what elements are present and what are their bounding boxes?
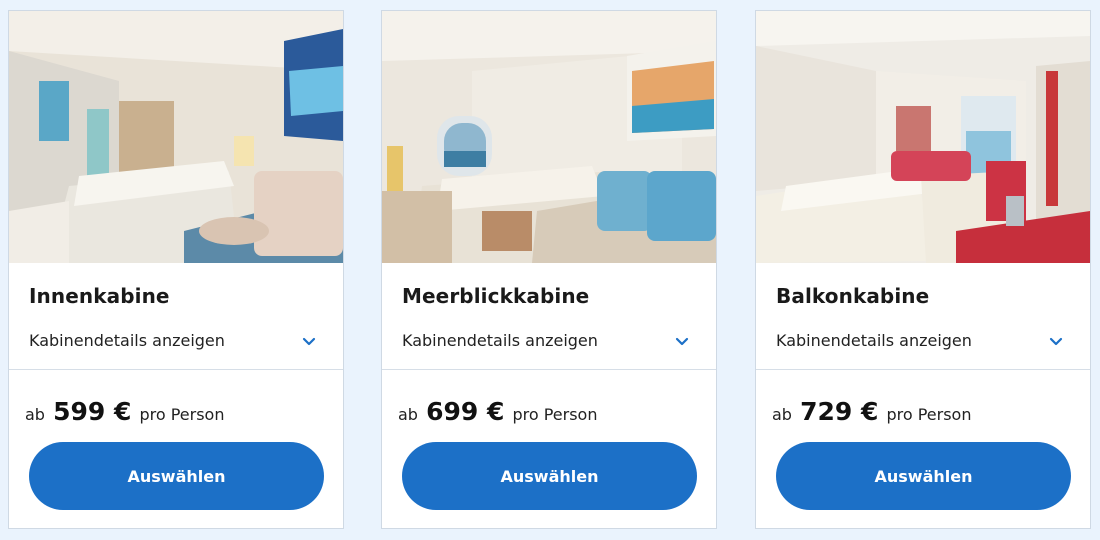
cabin-photo-meerblickkabine: [382, 11, 716, 263]
price-amount: 699 €: [426, 397, 505, 426]
cabin-details-label: Kabinendetails anzeigen: [776, 331, 972, 350]
cabin-price: ab 699 € pro Person: [398, 397, 597, 426]
price-prefix: ab: [398, 405, 418, 424]
cabin-title: Innenkabine: [29, 284, 170, 308]
cabin-details-toggle[interactable]: Kabinendetails anzeigen: [756, 323, 1090, 369]
card-divider: [382, 369, 716, 370]
cabin-details-label: Kabinendetails anzeigen: [29, 331, 225, 350]
cabin-price: ab 729 € pro Person: [772, 397, 971, 426]
price-suffix: pro Person: [512, 405, 598, 424]
select-cabin-button[interactable]: Auswählen: [29, 442, 324, 510]
select-cabin-button[interactable]: Auswählen: [776, 442, 1071, 510]
cabin-card-meerblickkabine: Meerblickkabine Kabinendetails anzeigen …: [381, 10, 717, 529]
cabin-title: Balkonkabine: [776, 284, 930, 308]
cabin-details-label: Kabinendetails anzeigen: [402, 331, 598, 350]
cabin-details-toggle[interactable]: Kabinendetails anzeigen: [382, 323, 716, 369]
cabin-card-balkonkabine: Balkonkabine Kabinendetails anzeigen ab …: [755, 10, 1091, 529]
price-amount: 599 €: [53, 397, 132, 426]
price-amount: 729 €: [800, 397, 879, 426]
card-divider: [756, 369, 1090, 370]
cabin-photo-balkonkabine: [756, 11, 1090, 263]
cabin-card-innenkabine: Innenkabine Kabinendetails anzeigen ab 5…: [8, 10, 344, 529]
cabin-title: Meerblickkabine: [402, 284, 590, 308]
chevron-down-icon: [302, 337, 316, 346]
cabin-details-toggle[interactable]: Kabinendetails anzeigen: [9, 323, 343, 369]
cabin-price: ab 599 € pro Person: [25, 397, 224, 426]
cabin-photo-innenkabine: [9, 11, 343, 263]
price-prefix: ab: [25, 405, 45, 424]
select-cabin-button[interactable]: Auswählen: [402, 442, 697, 510]
price-suffix: pro Person: [886, 405, 972, 424]
chevron-down-icon: [675, 337, 689, 346]
price-suffix: pro Person: [139, 405, 225, 424]
cabin-list: Innenkabine Kabinendetails anzeigen ab 5…: [0, 0, 1100, 540]
price-prefix: ab: [772, 405, 792, 424]
chevron-down-icon: [1049, 337, 1063, 346]
card-divider: [9, 369, 343, 370]
